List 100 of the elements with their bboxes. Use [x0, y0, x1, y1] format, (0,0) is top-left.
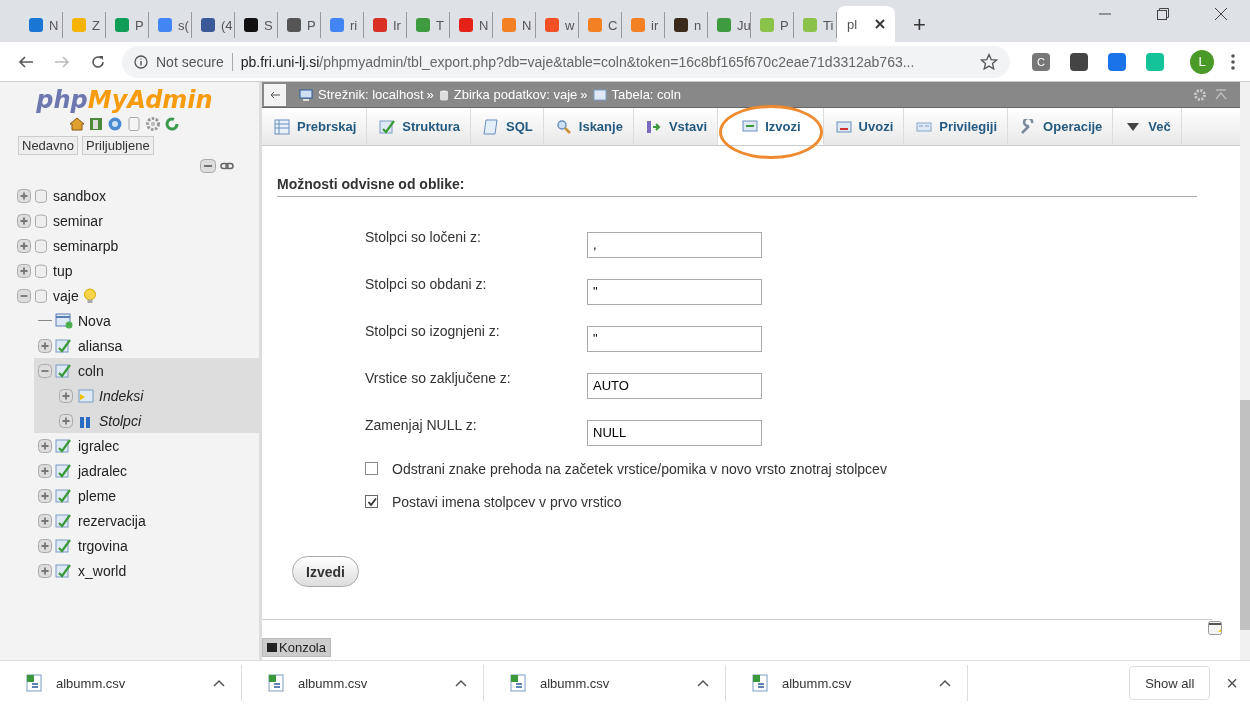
tab[interactable]: Izvozi [718, 108, 824, 145]
browser-tab[interactable]: S [235, 12, 278, 38]
browser-tab[interactable]: C [579, 12, 622, 38]
console-icon [267, 643, 277, 652]
show-all-button[interactable]: Show all [1129, 666, 1211, 700]
breadcrumb-link[interactable]: Strežnik: localhost [318, 87, 424, 102]
input-field[interactable]: " [587, 278, 762, 305]
close-icon [875, 19, 885, 29]
collapse-sidebar-button[interactable] [264, 83, 286, 106]
checkbox-label: Odstrani znake prehoda na začetek vrstice/pomika v novo vrsto znotraj stolpcev [392, 460, 887, 477]
input-field[interactable]: NULL [587, 419, 762, 446]
browser-tab[interactable]: Ir [364, 12, 407, 38]
extension-icon[interactable] [1108, 52, 1126, 71]
tree-item[interactable]: seminarpb [17, 233, 259, 258]
tree-item[interactable]: tup [17, 258, 259, 283]
browser-tab[interactable]: P [751, 12, 794, 38]
address-field[interactable]: Not secure pb.fri.uni-lj.si/phpmyadmin/tbl_export.php?db=vaje&table=coln&token=16c8bf165f670c2eae71d3312ab763... [122, 45, 1010, 78]
tree-item[interactable]: Nova [38, 308, 259, 333]
profile-avatar[interactable]: L [1190, 49, 1214, 74]
download-item[interactable]: albumm.csv [726, 665, 968, 701]
arrow-left-icon [270, 90, 280, 99]
tab[interactable]: Privilegiji [904, 108, 1009, 145]
extension-icon[interactable] [1070, 52, 1088, 71]
tree-item[interactable]: trgovina [38, 533, 259, 558]
security-label: Not secure [156, 53, 224, 70]
tree-item[interactable]: seminar [17, 208, 259, 233]
browser-tab[interactable]: ri [321, 12, 364, 38]
tree-item[interactable]: jadralec [38, 458, 259, 483]
tree-item[interactable]: rezervacija [38, 508, 259, 533]
browser-tab[interactable]: T [407, 12, 450, 38]
browser-tab[interactable]: (4 [192, 12, 235, 38]
input-field[interactable]: , [587, 231, 762, 258]
sidebar-tab[interactable]: Nedavno [18, 136, 79, 155]
favicon-icon [329, 17, 345, 33]
browser-tab[interactable]: Z [63, 12, 106, 38]
download-item[interactable]: albumm.csv [484, 665, 726, 701]
tree-item[interactable]: igralec [38, 433, 259, 458]
tree-item[interactable]: x_world [38, 558, 259, 583]
tree-item[interactable]: Stolpci [59, 408, 259, 433]
browser-tab[interactable]: ir [622, 12, 665, 38]
browser-tab[interactable]: N [450, 12, 493, 38]
field-label: Stolpci so izognjeni z: [365, 322, 501, 339]
section-title: Možnosti odvisne od oblike: [277, 176, 1197, 197]
submit-button[interactable]: Izvedi [292, 556, 359, 587]
browser-tab[interactable]: Ju [708, 12, 751, 38]
favicon-icon [114, 17, 130, 33]
breadcrumb-link[interactable]: Zbirka podatkov: vaje [453, 87, 578, 102]
browser-tab[interactable]: s( [149, 12, 192, 38]
menu-icon [1230, 52, 1236, 71]
scrollbar[interactable] [1240, 82, 1250, 660]
favicon-icon [372, 17, 388, 33]
download-item[interactable]: albumm.csv [242, 665, 484, 701]
table-icon [592, 88, 607, 101]
tab[interactable]: Prebrskaj [262, 108, 368, 145]
close-button[interactable]: × [1226, 671, 1238, 695]
server-icon [299, 88, 313, 101]
exit-icon [88, 116, 104, 132]
tab[interactable]: Struktura [367, 108, 472, 145]
sidebar-tab[interactable]: Priljubljene [82, 136, 154, 155]
caret-up-icon [213, 679, 225, 687]
browser-tab[interactable]: w [536, 12, 579, 38]
checkbox[interactable] [365, 495, 378, 508]
tab[interactable]: Več [1113, 108, 1182, 145]
browser-tab[interactable]: P [278, 12, 321, 38]
browser-tab[interactable]: Ti [794, 12, 837, 38]
browser-tab[interactable]: n [665, 12, 708, 38]
download-item[interactable]: albumm.csv [0, 665, 242, 701]
tab[interactable]: Operacije [1008, 108, 1114, 145]
tab[interactable]: SQL [471, 108, 544, 145]
import-icon [835, 118, 852, 135]
breadcrumb-link[interactable]: Tabela: coln [611, 87, 681, 102]
logo[interactable]: phpMyAdmin [36, 86, 213, 114]
expand-icon [17, 263, 31, 278]
extension-icon[interactable]: C [1032, 52, 1050, 71]
tree-item[interactable]: pleme [38, 483, 259, 508]
expand-icon [38, 538, 52, 553]
checkbox[interactable] [365, 462, 378, 475]
console-tab[interactable]: Konzola [262, 638, 331, 657]
input-field[interactable]: AUTO [587, 372, 762, 399]
link-icon [220, 161, 234, 171]
collapse-all-icon [200, 159, 216, 173]
tree-item[interactable]: vaje [17, 283, 259, 308]
browser-tab[interactable]: P [106, 12, 149, 38]
tree-item[interactable]: coln [38, 358, 259, 383]
tab[interactable]: Uvozi [823, 108, 905, 145]
csv-file-icon [268, 674, 284, 692]
tree-item[interactable]: aliansa [38, 333, 259, 358]
table-icon [55, 512, 73, 529]
input-field[interactable]: " [587, 325, 762, 352]
new-tab-button[interactable]: + [895, 8, 948, 42]
table-icon [55, 462, 73, 479]
tree-item[interactable]: sandbox [17, 183, 259, 208]
browser-tab[interactable]: pl [837, 6, 895, 42]
favicon-icon [544, 17, 560, 33]
document-icon [126, 116, 142, 132]
browser-tab[interactable]: N [20, 12, 63, 38]
tree-item[interactable]: Indeksi [59, 383, 259, 408]
browser-tab[interactable]: N [493, 12, 536, 38]
tab[interactable]: Iskanje [543, 108, 634, 145]
gear-icon [1193, 87, 1207, 102]
